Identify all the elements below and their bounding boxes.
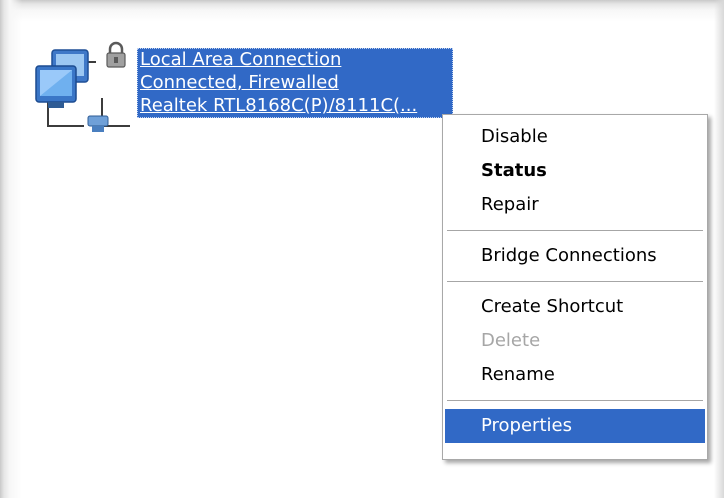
menu-item-delete: Delete — [481, 330, 541, 351]
menu-item-status[interactable]: Status — [445, 154, 705, 188]
menu-item-properties[interactable]: Properties — [445, 409, 705, 443]
connection-status: Connected, Firewalled — [140, 72, 339, 93]
menu-item-bridge-connections[interactable]: Bridge Connections — [445, 239, 705, 273]
window-edge-shadow-right — [714, 0, 724, 498]
connection-name: Local Area Connection — [140, 49, 342, 70]
desktop-canvas: Local Area Connection Connected, Firewal… — [0, 0, 724, 498]
connection-label-block[interactable]: Local Area Connection Connected, Firewal… — [137, 48, 453, 118]
padlock-icon — [106, 41, 126, 68]
menu-item-create-shortcut[interactable]: Create Shortcut — [445, 290, 705, 324]
window-edge-shadow-left — [0, 0, 22, 498]
connection-device: Realtek RTL8168C(P)/8111C(... — [140, 95, 418, 116]
context-menu: Disable Status Repair Bridge Connections… — [442, 114, 708, 460]
menu-item-disable[interactable]: Disable — [445, 120, 705, 154]
menu-separator — [447, 281, 703, 282]
menu-item-repair[interactable]: Repair — [445, 188, 705, 222]
network-connection-icon — [30, 36, 138, 142]
network-connection-graphic — [35, 41, 130, 132]
local-area-connection-item[interactable]: Local Area Connection Connected, Firewal… — [30, 36, 460, 142]
window-edge-shadow-top — [0, 0, 724, 22]
menu-separator — [447, 230, 703, 231]
menu-separator — [447, 400, 703, 401]
menu-item-rename[interactable]: Rename — [445, 358, 705, 392]
